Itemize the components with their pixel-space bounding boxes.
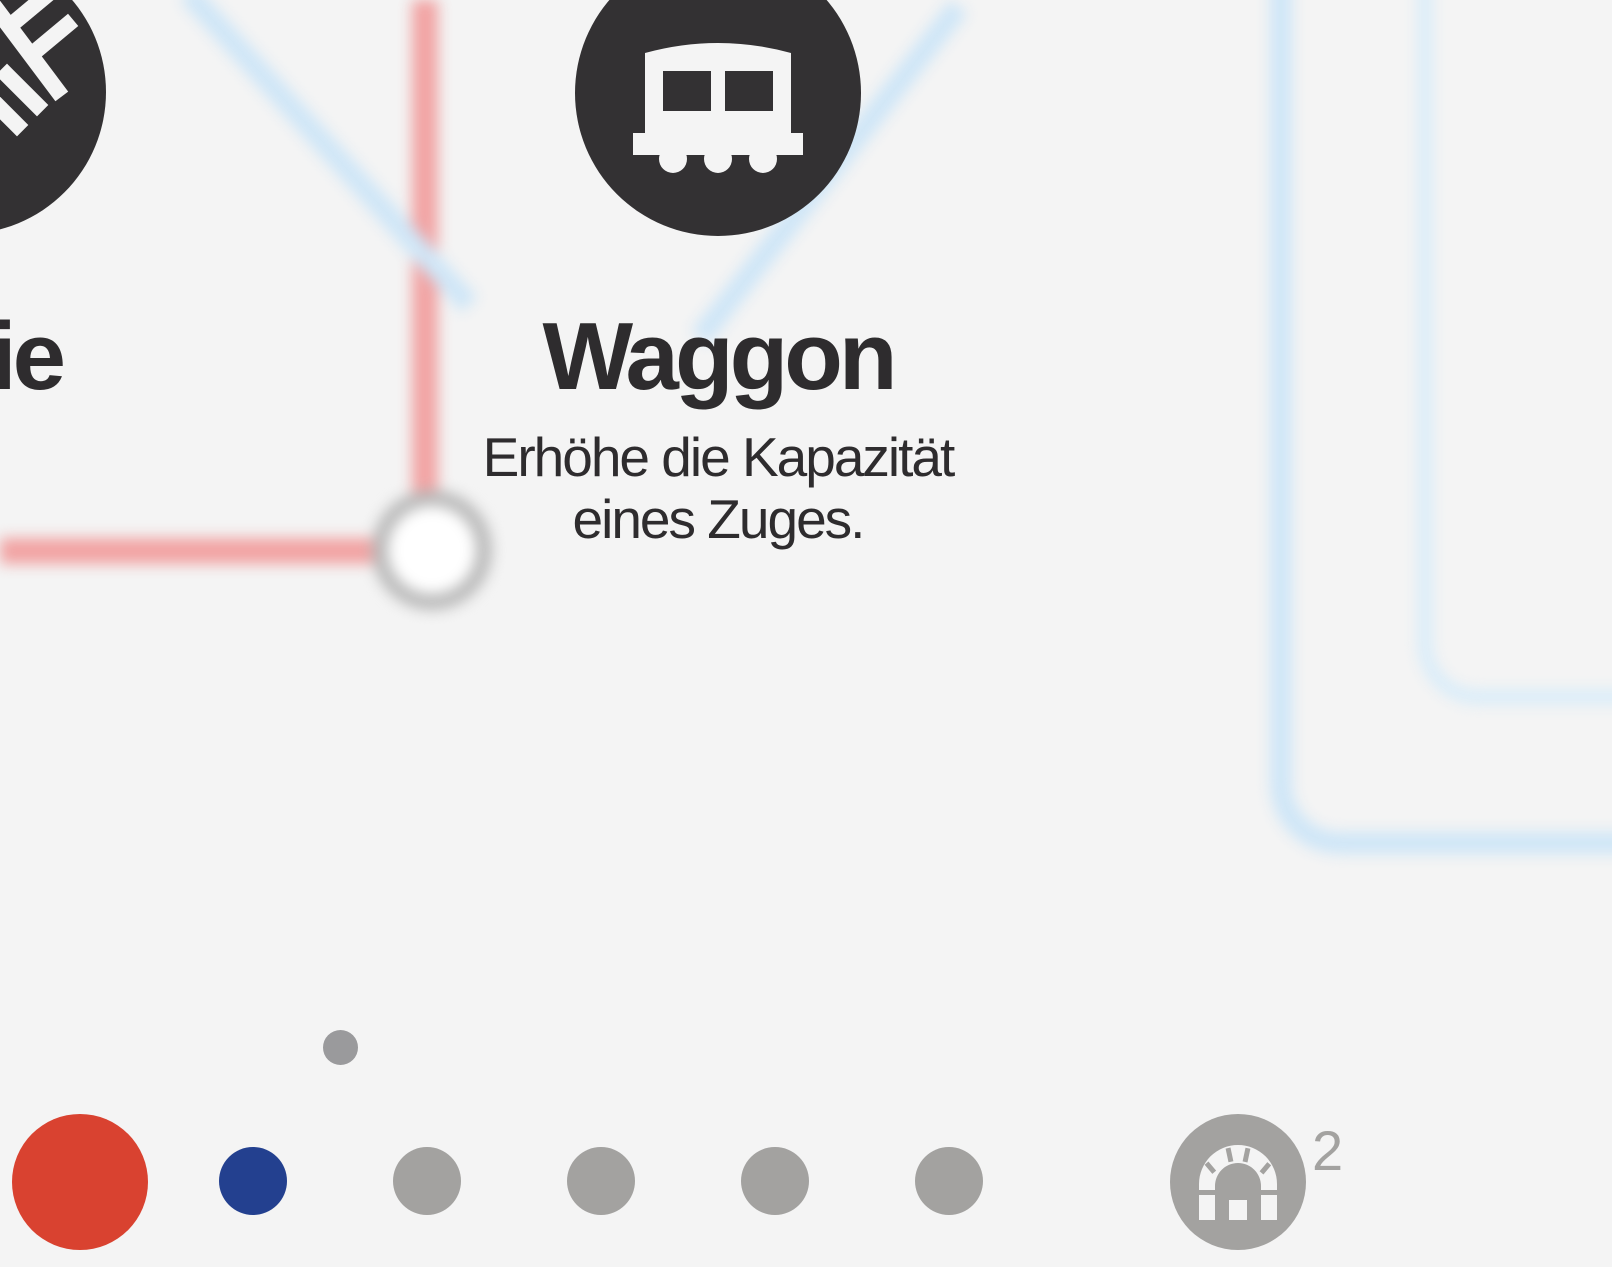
crossing-upgrade-icon-circle[interactable] [0, 0, 106, 234]
tunnel-count: 2 [1312, 1119, 1344, 1182]
tunnel-icon [1199, 1145, 1277, 1220]
unused-line-dot-3[interactable] [741, 1147, 809, 1215]
blue-line-dot[interactable] [219, 1147, 287, 1215]
unused-line-dot-4[interactable] [915, 1147, 983, 1215]
red-line-horizontal [0, 538, 400, 564]
unused-line-dot-1[interactable] [393, 1147, 461, 1215]
tunnel-button[interactable] [1170, 1114, 1306, 1250]
page-indicator-dot [323, 1030, 358, 1065]
crossing-track-icon [0, 0, 79, 137]
game-screen: ie Waggon Erhöhe die Kapazität eines Zug… [0, 0, 1612, 1267]
waggon-icon [633, 43, 803, 173]
waggon-description-line-1: Erhöhe die Kapazität [482, 426, 956, 488]
blue-line-loop-inner [1418, 0, 1612, 704]
waggon-description-line-2: eines Zuges. [572, 488, 866, 550]
unused-line-dot-2[interactable] [567, 1147, 635, 1215]
waggon-title: Waggon [542, 303, 898, 410]
partial-upgrade-title: ie [0, 303, 66, 410]
red-line-dot[interactable] [12, 1114, 148, 1250]
